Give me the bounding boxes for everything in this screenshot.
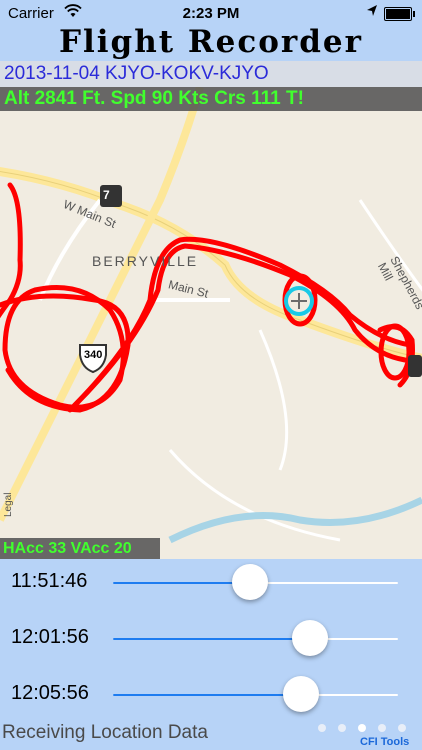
page-dot[interactable] <box>378 724 386 732</box>
slider-row-2: 12:01:56 <box>0 617 422 661</box>
legal-link[interactable]: Legal <box>3 493 14 517</box>
cfi-tools-button[interactable]: CFI Tools <box>360 736 409 748</box>
slider-track[interactable] <box>113 620 398 656</box>
slider-row-3: 12:05:56 <box>0 673 422 717</box>
flight-info-bar: Alt 2841 Ft. Spd 90 Kts Crs 111 T! <box>0 87 422 111</box>
map-view[interactable]: 7 340 W Main St Main St Shepherds Mill B… <box>0 87 422 559</box>
route-label[interactable]: 2013-11-04 KJYO-KOKV-KJYO <box>0 61 422 87</box>
slider-fill <box>113 582 250 584</box>
slider-row-1: 11:51:46 <box>0 561 422 605</box>
town-label: BERRYVILLE <box>92 253 199 269</box>
page-dot[interactable] <box>338 724 346 732</box>
map-canvas <box>0 87 422 544</box>
page-dot[interactable] <box>318 724 326 732</box>
status-message: Receiving Location Data <box>2 722 208 743</box>
slider-time-label: 12:05:56 <box>11 682 89 704</box>
highway-shield-340-label: 340 <box>84 349 103 361</box>
accuracy-bar: HAcc 33 VAcc 20 <box>0 538 160 559</box>
slider-time-label: 11:51:46 <box>11 570 88 592</box>
battery-icon <box>384 7 415 21</box>
aircraft-position-marker <box>284 286 314 316</box>
slider-fill <box>113 638 310 640</box>
slider-fill <box>113 694 302 696</box>
page-dot[interactable] <box>398 724 406 732</box>
status-time: 2:23 PM <box>182 5 240 22</box>
page-dot-active[interactable] <box>358 724 366 732</box>
river <box>168 496 422 544</box>
slider-thumb[interactable] <box>231 564 268 600</box>
edge-shield <box>408 355 422 377</box>
slider-thumb[interactable] <box>291 620 328 656</box>
app-title: Flight Recorder <box>59 24 363 60</box>
slider-thumb[interactable] <box>283 676 320 712</box>
slider-track[interactable] <box>113 564 398 600</box>
location-arrow-icon <box>366 4 378 22</box>
highway-shield-7-label: 7 <box>103 188 110 202</box>
slider-track[interactable] <box>113 676 398 712</box>
slider-time-label: 12:01:56 <box>11 626 89 648</box>
